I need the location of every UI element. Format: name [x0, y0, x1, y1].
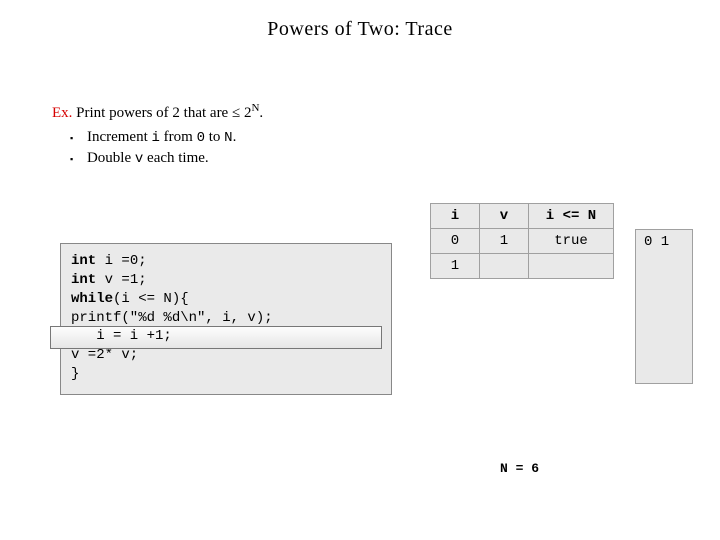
- example-label: Ex.: [52, 105, 72, 121]
- example-block: Ex. Print powers of 2 that are ≤ 2N. Inc…: [52, 103, 412, 169]
- code-box: int i =0; int v =1; while(i <= N){ print…: [60, 243, 392, 395]
- bullet-list: Increment i from 0 to N. Double v each t…: [70, 127, 412, 169]
- bullet-2: Double v each time.: [70, 148, 412, 169]
- trace-header-cond: i <= N: [529, 204, 614, 229]
- bullet-1: Increment i from 0 to N.: [70, 127, 412, 148]
- n-value: N = 6: [500, 461, 539, 476]
- trace-table: i v i <= N 0 1 true 1: [430, 203, 614, 279]
- trace-header-i: i: [431, 204, 480, 229]
- slide-title: Powers of Two: Trace: [0, 18, 720, 41]
- trace-row: 0 1 true: [431, 229, 614, 254]
- trace-row: 1: [431, 254, 614, 279]
- output-box: 0 1: [635, 229, 693, 384]
- output-line: 0 1: [644, 234, 684, 250]
- trace-header-v: v: [480, 204, 529, 229]
- example-text: Print powers of 2 that are ≤ 2N.: [76, 105, 263, 121]
